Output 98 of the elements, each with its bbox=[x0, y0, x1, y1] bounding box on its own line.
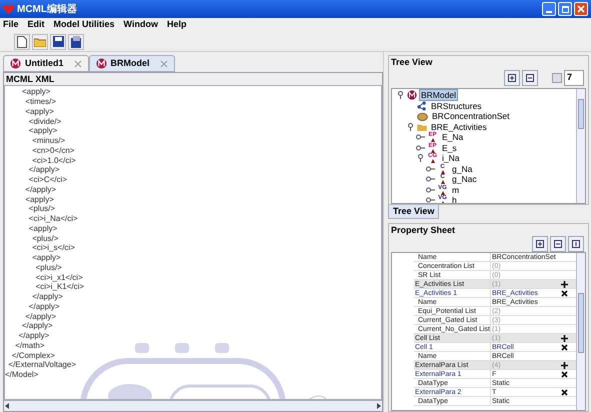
maximize-button[interactable] bbox=[558, 2, 572, 16]
delete-icon[interactable] bbox=[560, 370, 568, 378]
horizontal-scrollbar[interactable] bbox=[4, 400, 382, 411]
minus-icon bbox=[526, 74, 534, 82]
editor-heading: MCML XML bbox=[4, 73, 382, 85]
editor-tab[interactable]: BRModel bbox=[88, 55, 175, 72]
tree-item[interactable]: h bbox=[450, 194, 459, 203]
xml-line: </Model> bbox=[5, 370, 38, 380]
depth-spinner[interactable]: 7 bbox=[564, 70, 584, 86]
xml-line: <plus/> bbox=[28, 204, 56, 214]
expand-handle[interactable] bbox=[426, 164, 435, 173]
close-icon bbox=[577, 5, 585, 13]
xml-line: <minus/> bbox=[32, 136, 66, 146]
xml-line: </math> bbox=[15, 340, 45, 350]
expand-all-button[interactable] bbox=[504, 70, 520, 86]
plus-icon bbox=[536, 240, 544, 248]
plus-icon bbox=[508, 74, 516, 82]
pot-icon bbox=[417, 112, 428, 121]
xml-line: <apply> bbox=[28, 126, 58, 136]
delete-icon[interactable] bbox=[560, 344, 568, 350]
add-icon[interactable] bbox=[560, 280, 568, 288]
xml-line: <ci>C</ci> bbox=[28, 175, 68, 184]
xml-line: </Complex> bbox=[12, 350, 55, 360]
xml-line: </apply> bbox=[28, 302, 60, 311]
tree-item[interactable]: BRE_Activities bbox=[429, 120, 489, 133]
menu-item[interactable]: File bbox=[3, 18, 19, 32]
collapse-handle[interactable] bbox=[396, 91, 405, 100]
tree-item[interactable]: g_Na bbox=[450, 162, 474, 175]
xml-line: <ci>i_x1</ci> bbox=[36, 272, 83, 282]
menu-item[interactable]: Help bbox=[166, 18, 186, 32]
xml-line: <apply> bbox=[28, 224, 58, 233]
window-title: MCML编辑器 bbox=[17, 2, 77, 16]
info-button[interactable] bbox=[568, 236, 584, 252]
xml-line: </ExternalVoltage> bbox=[8, 360, 76, 370]
add-icon[interactable] bbox=[560, 362, 568, 368]
xml-line: </apply> bbox=[18, 331, 50, 340]
panel-title: Tree View bbox=[391, 56, 434, 68]
xml-line: </apply> bbox=[22, 321, 53, 330]
model-icon bbox=[96, 58, 107, 69]
menu-item[interactable]: Edit bbox=[28, 18, 45, 32]
delete-icon[interactable] bbox=[560, 388, 568, 396]
delete-icon[interactable] bbox=[560, 290, 568, 296]
menu-item[interactable]: Window bbox=[124, 18, 158, 32]
xml-line: <apply> bbox=[22, 87, 50, 96]
tree-item[interactable]: m bbox=[450, 184, 462, 196]
expand-handle[interactable] bbox=[426, 196, 435, 203]
expand-handle[interactable] bbox=[426, 186, 435, 194]
tree-item[interactable]: i_Na bbox=[440, 152, 462, 164]
xml-line: <apply> bbox=[25, 194, 54, 204]
close-button[interactable] bbox=[574, 2, 588, 16]
tree-item[interactable]: BRModel bbox=[419, 89, 458, 102]
expand-all-button[interactable] bbox=[532, 236, 548, 252]
xml-line: <ci>i_Na</ci> bbox=[28, 214, 78, 224]
expand-handle[interactable] bbox=[416, 133, 425, 142]
close-icon[interactable] bbox=[74, 60, 82, 68]
xml-line: </apply> bbox=[28, 165, 60, 174]
xml-line: <ci>i_s</ci> bbox=[32, 243, 75, 252]
tree-item[interactable]: BRConcentrationSet bbox=[430, 110, 512, 122]
xml-line: <apply> bbox=[25, 106, 54, 116]
collapse-all-button[interactable] bbox=[550, 236, 566, 252]
minimize-button[interactable] bbox=[542, 2, 556, 16]
xml-line: </apply> bbox=[25, 184, 56, 194]
new-file-button[interactable] bbox=[14, 34, 30, 50]
xml-line: </apply> bbox=[32, 292, 63, 302]
xml-line: <cn>0</cn> bbox=[32, 146, 74, 155]
network-icon bbox=[417, 100, 427, 111]
vertical-scrollbar[interactable] bbox=[576, 89, 585, 203]
save-button[interactable] bbox=[50, 34, 66, 50]
tree-item[interactable]: BRStructures bbox=[429, 100, 484, 112]
xml-line: <times/> bbox=[25, 97, 56, 106]
xml-line: </apply> bbox=[25, 312, 56, 321]
xml-line: <plus/> bbox=[36, 262, 62, 272]
xml-line: <apply> bbox=[32, 253, 61, 262]
menu-item[interactable]: Model Utilities bbox=[54, 18, 115, 32]
tree-item[interactable]: E_Na bbox=[440, 131, 466, 144]
model-icon bbox=[10, 58, 21, 69]
collapse-handle[interactable] bbox=[416, 154, 425, 162]
collapse-all-button[interactable] bbox=[522, 70, 538, 86]
vertical-scrollbar[interactable] bbox=[576, 253, 585, 410]
save-as-button[interactable] bbox=[68, 34, 84, 50]
xml-line: <ci>i_K1</ci> bbox=[36, 282, 84, 292]
add-icon[interactable] bbox=[560, 334, 568, 342]
panel-title: Property Sheet bbox=[391, 224, 456, 236]
xml-line: <plus/> bbox=[32, 234, 58, 243]
info-icon bbox=[572, 240, 580, 248]
tree-view-tab[interactable]: Tree View bbox=[388, 205, 440, 219]
minus-icon bbox=[554, 240, 562, 248]
tree-item[interactable]: g_Nac bbox=[450, 173, 479, 186]
open-folder-button[interactable] bbox=[32, 34, 48, 50]
expand-handle[interactable] bbox=[426, 175, 435, 184]
heart-icon bbox=[3, 4, 14, 14]
expand-handle[interactable] bbox=[416, 144, 425, 152]
xml-line: <ci>1.0</ci> bbox=[32, 156, 76, 165]
xml-line: <divide/> bbox=[28, 116, 62, 126]
editor-tab[interactable]: Untitled1 bbox=[3, 55, 89, 72]
folder-icon bbox=[417, 122, 427, 131]
collapse-handle[interactable] bbox=[406, 122, 415, 131]
tree-item[interactable]: E_s bbox=[440, 142, 459, 154]
